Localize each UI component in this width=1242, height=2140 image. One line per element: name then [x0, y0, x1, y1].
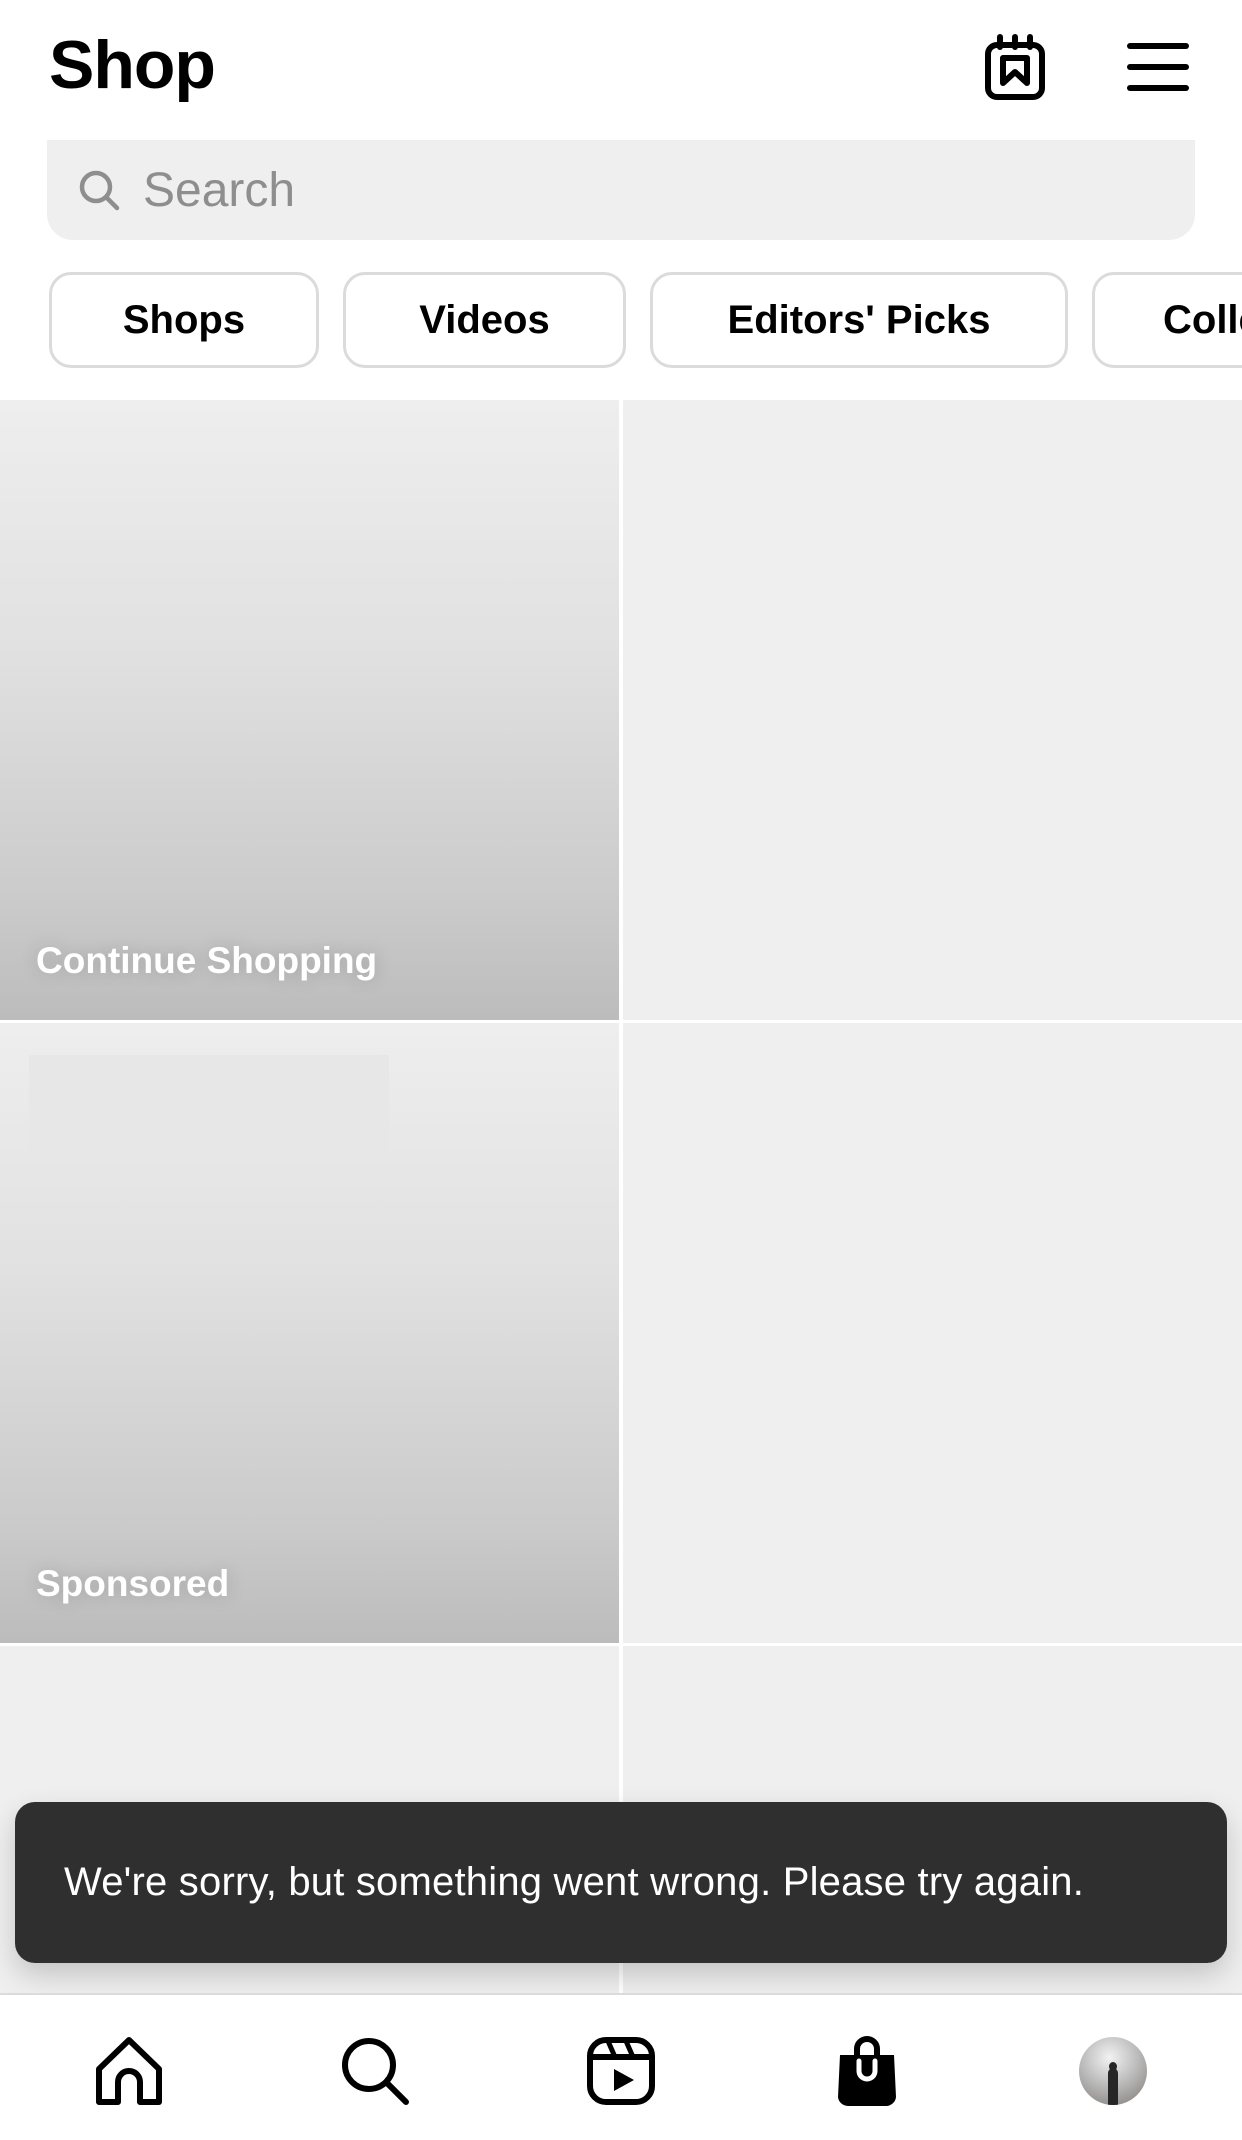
- top-header: Shop: [0, 0, 1242, 140]
- search-bar[interactable]: [47, 140, 1195, 240]
- tile-label: Sponsored: [36, 1563, 230, 1604]
- page-title: Shop: [49, 27, 216, 103]
- tile-continue-shopping[interactable]: Continue Shopping: [0, 400, 619, 1020]
- nav-home[interactable]: [89, 2031, 169, 2111]
- bottom-nav: [0, 1993, 1242, 2140]
- chip-videos[interactable]: Videos: [343, 272, 626, 368]
- saved-collections-icon: [985, 34, 1045, 100]
- tile-placeholder[interactable]: [623, 1023, 1242, 1643]
- toast-message: We're sorry, but something went wrong. P…: [64, 1860, 1085, 1904]
- avatar: [1079, 2037, 1147, 2105]
- chip-collections[interactable]: Collections: [1092, 272, 1242, 368]
- saved-collections-button[interactable]: [982, 34, 1048, 100]
- tile-placeholder[interactable]: [623, 400, 1242, 1020]
- filter-chips: Shops Videos Editors' Picks Collections: [0, 272, 1242, 370]
- search-icon: [342, 2038, 409, 2105]
- home-icon: [96, 2037, 162, 2105]
- nav-profile[interactable]: [1073, 2031, 1153, 2111]
- tile-label: Continue Shopping: [36, 940, 378, 981]
- nav-shop[interactable]: [827, 2031, 907, 2111]
- avatar-figure-body: [1108, 2068, 1118, 2105]
- shopping-bag-icon: [838, 2036, 896, 2106]
- nav-search[interactable]: [335, 2031, 415, 2111]
- chip-shops[interactable]: Shops: [49, 272, 319, 368]
- menu-icon: [1127, 43, 1189, 91]
- chip-editors-picks[interactable]: Editors' Picks: [650, 272, 1068, 368]
- search-icon: [79, 170, 120, 211]
- search-input[interactable]: [143, 162, 1043, 218]
- chip-label: Collections: [1163, 297, 1242, 342]
- menu-button[interactable]: [1125, 34, 1191, 100]
- shop-grid: Continue Shopping Sponsored: [0, 400, 1242, 1993]
- chip-label: Shops: [122, 297, 246, 342]
- sponsor-logo-placeholder: [29, 1055, 389, 1160]
- reels-icon: [587, 2037, 655, 2105]
- chip-label: Videos: [419, 297, 550, 342]
- tile-sponsored[interactable]: Sponsored: [0, 1023, 619, 1643]
- error-toast: We're sorry, but something went wrong. P…: [15, 1802, 1227, 1963]
- chip-label: Editors' Picks: [727, 297, 991, 342]
- nav-reels[interactable]: [581, 2031, 661, 2111]
